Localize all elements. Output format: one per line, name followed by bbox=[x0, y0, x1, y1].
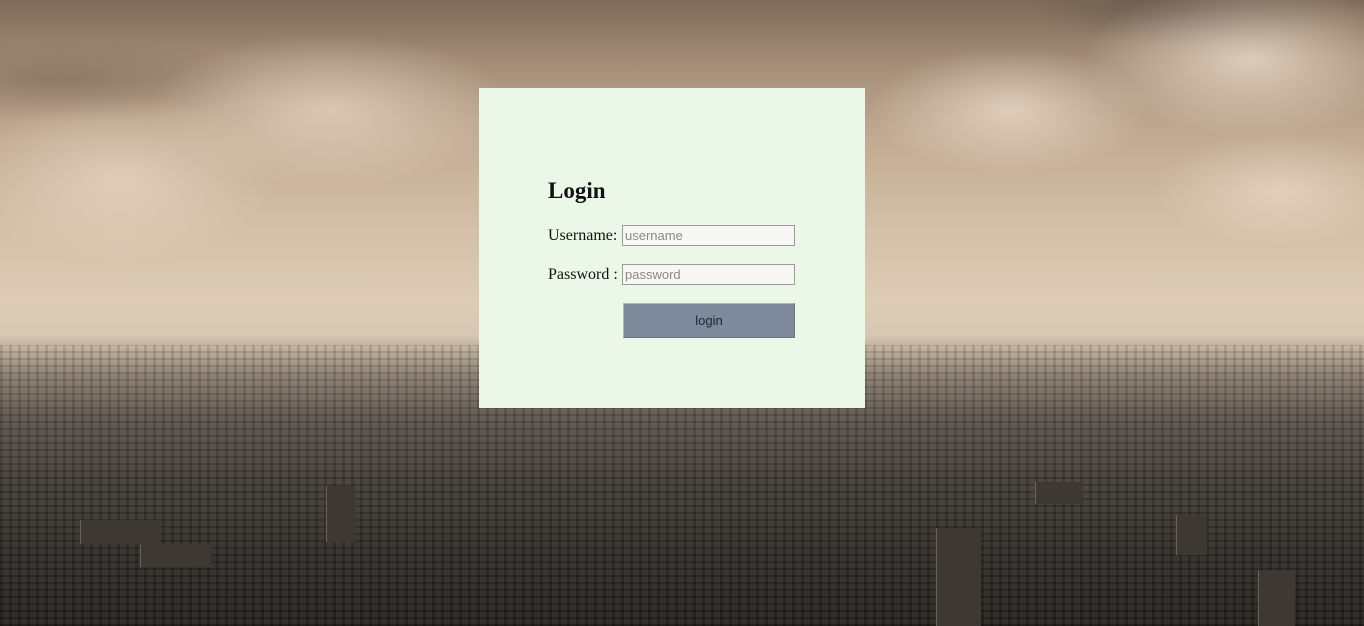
login-button[interactable]: login bbox=[623, 303, 795, 338]
background-building bbox=[140, 545, 211, 567]
background-building bbox=[936, 528, 981, 626]
password-label: Password : bbox=[548, 266, 618, 283]
background-building bbox=[1258, 570, 1295, 626]
background-building bbox=[80, 520, 161, 544]
background-building bbox=[1176, 515, 1207, 555]
login-panel: Login Username: Password : login bbox=[479, 88, 865, 408]
background-building bbox=[1035, 482, 1082, 504]
username-label: Username: bbox=[548, 227, 618, 244]
username-input[interactable] bbox=[622, 225, 795, 246]
password-input[interactable] bbox=[622, 264, 795, 285]
login-title: Login bbox=[548, 178, 606, 203]
background-building bbox=[326, 486, 355, 542]
